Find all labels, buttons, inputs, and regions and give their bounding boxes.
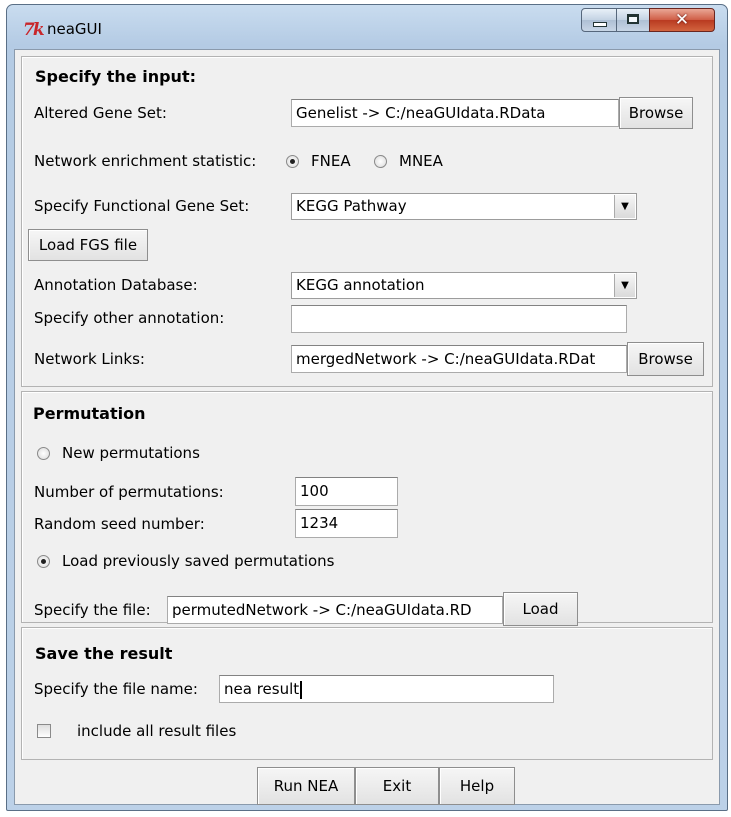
chevron-down-icon[interactable]: ▼ xyxy=(614,195,635,218)
browse-network-button[interactable]: Browse xyxy=(627,342,704,376)
permutation-group: Permutation New permutations Number of p… xyxy=(21,391,713,626)
minimize-button[interactable] xyxy=(581,8,617,32)
permutation-file-field[interactable]: permutedNetwork -> C:/neaGUIdata.RD xyxy=(167,596,503,624)
statistic-label: Network enrichment statistic: xyxy=(34,152,257,170)
altered-gene-set-label: Altered Gene Set: xyxy=(34,104,167,122)
fnea-label[interactable]: FNEA xyxy=(311,152,351,170)
save-file-name-field[interactable]: nea result xyxy=(219,675,554,703)
new-permutations-label[interactable]: New permutations xyxy=(62,444,200,462)
mnea-label[interactable]: MNEA xyxy=(399,152,443,170)
text-caret xyxy=(300,680,303,699)
new-permutations-radio[interactable] xyxy=(37,447,50,460)
exit-button[interactable]: Exit xyxy=(355,767,439,805)
num-permutations-label: Number of permutations: xyxy=(34,483,224,501)
save-group: Save the result Specify the file name: n… xyxy=(21,627,713,760)
window-title: neaGUI xyxy=(47,20,102,38)
annotation-db-value: KEGG annotation xyxy=(296,276,425,294)
mnea-radio[interactable] xyxy=(374,155,387,168)
save-file-name-value: nea result xyxy=(224,680,300,698)
network-links-label: Network Links: xyxy=(34,350,145,368)
chevron-down-icon[interactable]: ▼ xyxy=(614,274,635,297)
functional-gene-set-value: KEGG Pathway xyxy=(296,197,407,215)
fnea-radio[interactable] xyxy=(286,155,299,168)
other-annotation-field[interactable] xyxy=(291,305,627,333)
run-nea-button[interactable]: Run NEA xyxy=(257,767,355,805)
app-window: 7k neaGUI ✕ Specify the input: Altered G… xyxy=(6,4,728,811)
save-heading: Save the result xyxy=(35,644,173,663)
tk-feather-icon: 7k xyxy=(23,20,45,40)
load-permutation-button[interactable]: Load xyxy=(503,592,578,626)
include-all-checkbox[interactable] xyxy=(37,724,51,738)
close-button[interactable]: ✕ xyxy=(649,8,715,32)
num-permutations-field[interactable]: 100 xyxy=(295,477,398,506)
permutation-heading: Permutation xyxy=(33,404,146,423)
random-seed-field[interactable]: 1234 xyxy=(295,509,398,538)
title-bar[interactable]: 7k neaGUI ✕ xyxy=(7,5,727,53)
load-saved-radio[interactable] xyxy=(37,555,50,568)
functional-gene-set-label: Specify Functional Gene Set: xyxy=(34,197,250,215)
load-fgs-button[interactable]: Load FGS file xyxy=(28,229,148,261)
altered-gene-set-field[interactable]: Genelist -> C:/neaGUIdata.RData xyxy=(291,99,619,127)
input-heading: Specify the input: xyxy=(35,67,196,86)
browse-gene-set-button[interactable]: Browse xyxy=(619,97,693,129)
close-icon: ✕ xyxy=(674,10,690,30)
annotation-db-label: Annotation Database: xyxy=(34,276,198,294)
annotation-db-select[interactable]: KEGG annotation ▼ xyxy=(291,272,637,299)
client-area: Specify the input: Altered Gene Set: Gen… xyxy=(14,49,720,805)
input-group: Specify the input: Altered Gene Set: Gen… xyxy=(21,56,713,387)
other-annotation-label: Specify other annotation: xyxy=(34,309,225,327)
maximize-icon xyxy=(627,14,639,24)
maximize-button[interactable] xyxy=(616,8,650,32)
load-saved-label[interactable]: Load previously saved permutations xyxy=(62,552,335,570)
save-file-name-label: Specify the file name: xyxy=(34,680,198,698)
network-links-field[interactable]: mergedNetwork -> C:/neaGUIdata.RDat xyxy=(291,345,627,373)
minimize-icon xyxy=(593,22,607,27)
help-button[interactable]: Help xyxy=(439,767,515,805)
permutation-file-label: Specify the file: xyxy=(34,601,151,619)
random-seed-label: Random seed number: xyxy=(34,515,205,533)
functional-gene-set-select[interactable]: KEGG Pathway ▼ xyxy=(291,193,637,220)
include-all-label[interactable]: include all result files xyxy=(77,722,236,740)
